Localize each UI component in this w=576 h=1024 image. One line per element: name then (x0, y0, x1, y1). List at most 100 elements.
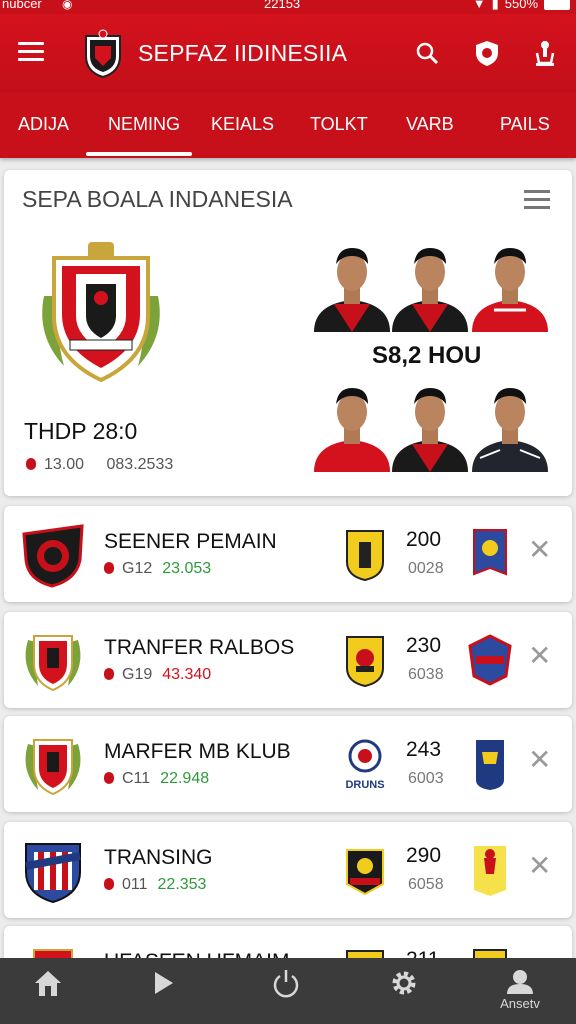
item-number: 290 (406, 844, 442, 867)
item-number: 230 (406, 634, 442, 657)
status-time: 22153 (264, 0, 301, 11)
close-icon[interactable]: ✕ (528, 746, 551, 774)
home-icon (35, 971, 61, 996)
tab-varb[interactable]: VARB (406, 114, 454, 135)
tab-tolkt[interactable]: TOLKT (310, 114, 368, 135)
tab-bar: ADIJA NEMING KEIALS TOLKT VARB PAILS (0, 92, 576, 158)
club-flag-icon (473, 529, 507, 576)
item-code: C11 (122, 770, 151, 787)
record-icon (26, 458, 36, 470)
nav-account[interactable]: Ansetv (490, 968, 550, 1018)
player-photo (392, 248, 468, 332)
hero-meta-a: 13.00 (44, 456, 85, 473)
card-menu-icon[interactable] (524, 190, 550, 210)
tab-keials[interactable]: KEIALS (211, 114, 274, 135)
signal-icon: ▮ (491, 0, 499, 11)
tab-pails[interactable]: PAILS (500, 114, 550, 135)
record-icon (104, 772, 114, 784)
badge-text: DRUNS (345, 779, 384, 791)
close-icon[interactable]: ✕ (528, 642, 551, 670)
item-value: 22.353 (157, 876, 207, 893)
item-name: SEENER PEMAIN (104, 530, 277, 553)
item-number: 243 (406, 738, 442, 761)
item-sub: 6038 (408, 666, 444, 683)
hero-hours: S8,2 HOU (372, 342, 482, 369)
record-icon (104, 562, 114, 574)
nav-play[interactable] (132, 968, 192, 1018)
item-sub: 6058 (408, 876, 444, 893)
item-meta: G12 23.053 (104, 560, 211, 578)
club-crest-icon (25, 843, 81, 904)
hero-score: THDP 28:0 (24, 418, 138, 444)
power-icon (273, 970, 299, 998)
hero-card[interactable]: SEPA BOALA INDANESIA S8,2 HOU THDP 28:0 … (4, 170, 572, 496)
hamburger-menu-icon[interactable] (18, 42, 44, 62)
club-flag-icon (468, 634, 512, 686)
app-bar: SEPFAZ IIDINESIIA (0, 14, 576, 92)
app-title: SEPFAZ IIDINESIIA (138, 40, 348, 66)
item-meta: C11 22.948 (104, 770, 209, 788)
hero-title: SEPA BOALA INDANESIA (22, 186, 293, 212)
club-crest-icon (22, 524, 84, 588)
item-value: 23.053 (162, 560, 212, 577)
team-badge-icon (346, 530, 384, 582)
item-name: TRANSING (104, 846, 213, 869)
list-item[interactable]: TRANFER RALBOS G19 43.340 230 6038 ✕ (4, 612, 572, 708)
app-logo (85, 29, 121, 78)
active-tab-indicator (86, 152, 192, 156)
nav-power[interactable] (256, 968, 316, 1018)
player-photo (392, 388, 468, 472)
item-code: G19 (122, 666, 153, 683)
nav-home[interactable] (18, 968, 78, 1018)
play-icon (155, 972, 173, 994)
club-flag-icon (474, 846, 506, 896)
status-bar: nubcer ◉ 22153 ▼ ▮ 550% (0, 0, 576, 14)
item-number: 200 (406, 528, 442, 551)
tab-adija[interactable]: ADIJA (18, 114, 69, 135)
hero-meta: 13.00 083.2533 (26, 456, 173, 474)
player-photo (314, 388, 390, 472)
battery-percent: 550% (504, 0, 538, 11)
item-meta: 011 22.353 (104, 876, 206, 894)
nav-settings[interactable] (374, 968, 434, 1018)
club-crest-logo (42, 242, 160, 383)
list-item[interactable]: TRANSING 011 22.353 290 6058 ✕ (4, 822, 572, 918)
battery-icon (544, 0, 570, 10)
close-icon[interactable]: ✕ (528, 852, 551, 880)
list-item[interactable]: MARFER MB KLUB C11 22.948 DRUNS 243 6003 … (4, 716, 572, 812)
item-value: 22.948 (160, 770, 210, 787)
item-name: TRANFER RALBOS (104, 636, 295, 659)
club-crest-icon (25, 739, 81, 796)
item-code: G12 (122, 560, 153, 577)
search-icon[interactable] (412, 38, 442, 68)
record-icon (104, 668, 114, 680)
item-meta: G19 43.340 (104, 666, 211, 684)
player-photo (472, 248, 548, 332)
nav-account-label: Ansetv (500, 996, 540, 1011)
close-icon[interactable]: ✕ (528, 536, 551, 564)
notification-icon: ◉ (62, 0, 73, 11)
hero-meta-b: 083.2533 (106, 456, 174, 473)
club-crest-icon (25, 635, 81, 692)
team-badge-icon: DRUNS (345, 739, 385, 791)
item-sub: 6003 (408, 770, 444, 787)
trophy-icon[interactable] (530, 38, 560, 68)
player-photo (472, 388, 548, 472)
wifi-icon: ▼ (472, 0, 486, 11)
list-item[interactable]: SEENER PEMAIN G12 23.053 200 0028 ✕ (4, 506, 572, 602)
item-code: 011 (122, 876, 148, 893)
settings-icon (392, 971, 416, 995)
team-badge-icon (346, 849, 384, 896)
player-photo (314, 248, 390, 332)
tab-neming[interactable]: NEMING (108, 114, 180, 135)
item-sub: 0028 (408, 560, 444, 577)
carrier-label: nubcer (2, 0, 42, 11)
bottom-navigation: Ansetv (0, 958, 576, 1024)
item-value: 43.340 (162, 666, 212, 683)
club-flag-icon (476, 740, 504, 790)
record-icon (104, 878, 114, 890)
account-icon (507, 970, 533, 994)
team-badge-icon (346, 636, 384, 688)
shield-icon[interactable] (472, 38, 502, 68)
item-name: MARFER MB KLUB (104, 740, 291, 763)
